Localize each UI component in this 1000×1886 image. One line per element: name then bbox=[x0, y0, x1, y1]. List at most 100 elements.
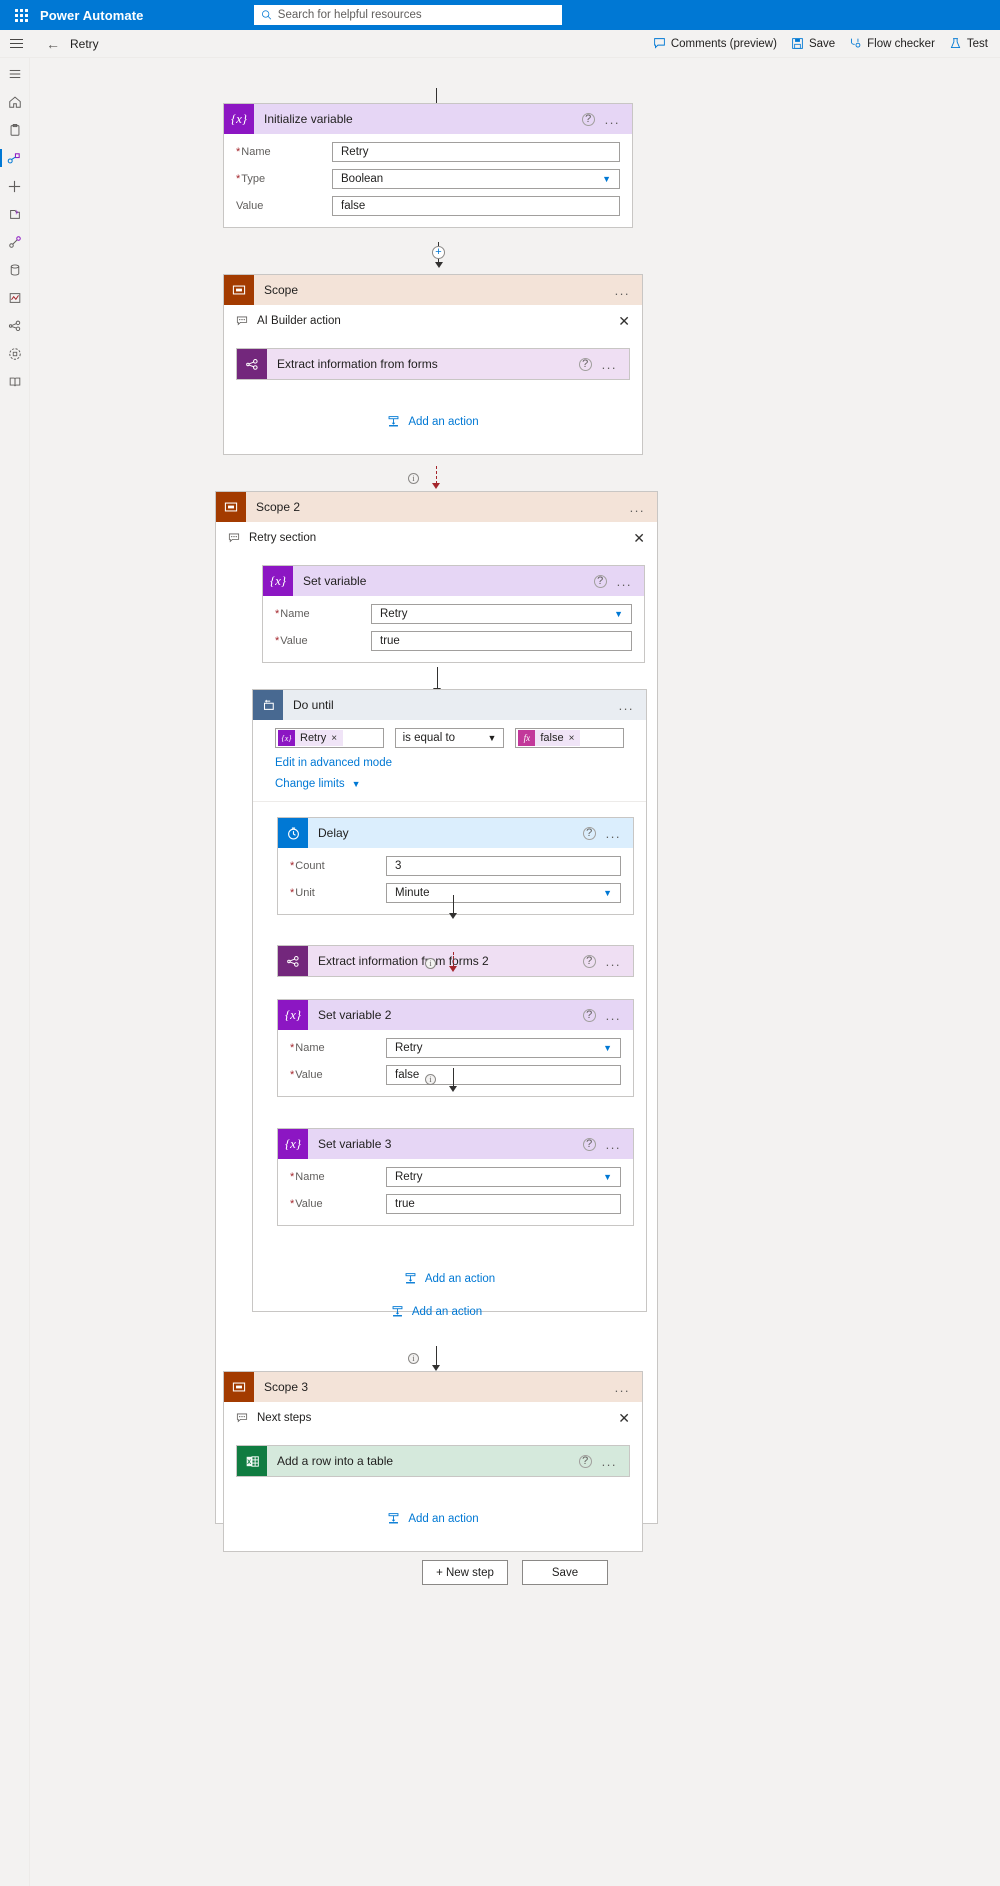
card-header[interactable]: {x} Set variable 2 ? ... bbox=[278, 1000, 633, 1030]
name-select[interactable]: Retry ▼ bbox=[386, 1038, 621, 1058]
close-icon[interactable]: ✕ bbox=[618, 1411, 630, 1425]
close-icon[interactable]: ✕ bbox=[618, 314, 630, 328]
expression-token[interactable]: fx false × bbox=[518, 730, 581, 746]
condition-left-operand[interactable]: {x} Retry × bbox=[275, 728, 384, 748]
rail-item-home[interactable] bbox=[0, 88, 29, 116]
scope-menu-button[interactable]: ... bbox=[615, 1381, 630, 1394]
add-action-button-scope2[interactable]: Add an action bbox=[216, 1305, 657, 1318]
help-button[interactable]: ? bbox=[582, 954, 596, 968]
rail-item-learn[interactable] bbox=[0, 368, 29, 396]
card-menu-button[interactable]: ... bbox=[606, 1009, 621, 1022]
help-button[interactable]: ? bbox=[582, 1137, 596, 1151]
edit-advanced-mode-link[interactable]: Edit in advanced mode bbox=[275, 757, 624, 769]
scope-note: Next steps ✕ bbox=[224, 1402, 642, 1425]
scope-menu-button[interactable]: ... bbox=[615, 284, 630, 297]
add-action-button-scope3[interactable]: Add an action bbox=[224, 1512, 642, 1525]
card-header[interactable]: {x} Initialize variable ? ... bbox=[224, 104, 632, 134]
name-input[interactable]: Retry bbox=[332, 142, 620, 162]
remove-token-icon[interactable]: × bbox=[331, 733, 337, 744]
footer-save-button[interactable]: Save bbox=[522, 1560, 608, 1585]
close-icon[interactable]: ✕ bbox=[633, 531, 645, 545]
change-limits-toggle[interactable]: Change limits ▼ bbox=[275, 778, 624, 790]
card-header[interactable]: {x} Set variable 3 ? ... bbox=[278, 1129, 633, 1159]
comments-button[interactable]: Comments (preview) bbox=[653, 37, 777, 50]
run-after-info-icon[interactable]: i bbox=[425, 1074, 436, 1085]
help-button[interactable]: ? bbox=[578, 357, 592, 371]
run-after-info-icon[interactable]: i bbox=[425, 958, 436, 969]
nav-toggle-button[interactable] bbox=[0, 30, 32, 58]
rail-item-ai-builder[interactable] bbox=[0, 312, 29, 340]
action-card-initialize-variable[interactable]: {x} Initialize variable ? ... *Name Retr… bbox=[223, 103, 633, 228]
rail-item-data[interactable] bbox=[0, 256, 29, 284]
value-input[interactable]: true bbox=[371, 631, 632, 651]
card-menu-button[interactable]: ... bbox=[602, 358, 617, 371]
new-step-button[interactable]: + New step bbox=[422, 1560, 508, 1585]
card-menu-button[interactable]: ... bbox=[605, 113, 620, 126]
scope-header[interactable]: Scope ... bbox=[224, 275, 642, 305]
card-header[interactable]: Do until ... bbox=[253, 690, 646, 720]
card-header[interactable]: X Add a row into a table ? ... bbox=[237, 1446, 629, 1476]
card-menu-button[interactable]: ... bbox=[606, 827, 621, 840]
action-card-set-variable[interactable]: {x} Set variable ? ... *Name Retry ▼ *Va… bbox=[262, 565, 645, 663]
rail-item-process-advisor[interactable] bbox=[0, 340, 29, 368]
value-input[interactable]: false bbox=[386, 1065, 621, 1085]
remove-token-icon[interactable]: × bbox=[569, 733, 575, 744]
add-action-button-scope1[interactable]: Add an action bbox=[224, 415, 642, 428]
card-menu-button[interactable]: ... bbox=[617, 575, 632, 588]
count-input[interactable]: 3 bbox=[386, 856, 621, 876]
condition-operator-select[interactable]: is equal to ▼ bbox=[394, 728, 505, 748]
field-row-name: *Name Retry ▼ bbox=[290, 1037, 621, 1059]
card-menu-button[interactable]: ... bbox=[619, 699, 634, 712]
connector-sv2-to-sv3 bbox=[449, 1068, 457, 1092]
scope-header[interactable]: Scope 3 ... bbox=[224, 1372, 642, 1402]
rail-item-create[interactable] bbox=[0, 172, 29, 200]
help-button[interactable]: ? bbox=[578, 1454, 592, 1468]
rail-item-templates[interactable] bbox=[0, 200, 29, 228]
card-header[interactable]: Extract information from forms ? ... bbox=[237, 349, 629, 379]
action-card-set-variable-3[interactable]: {x} Set variable 3 ? ... *Name Retry ▼ *… bbox=[277, 1128, 634, 1226]
back-button[interactable]: ← bbox=[46, 37, 60, 51]
card-header[interactable]: {x} Set variable ? ... bbox=[263, 566, 644, 596]
search-input[interactable] bbox=[277, 9, 555, 21]
type-select[interactable]: Boolean ▼ bbox=[332, 169, 620, 189]
action-card-do-until[interactable]: Do until ... {x} Retry × is equal to ▼ f… bbox=[252, 689, 647, 1312]
rail-item-my-flows[interactable] bbox=[0, 144, 29, 172]
global-search[interactable] bbox=[253, 5, 562, 25]
scope-card-3[interactable]: Scope 3 ... Next steps ✕ X Add a row int… bbox=[223, 1371, 643, 1552]
unit-select[interactable]: Minute ▼ bbox=[386, 883, 621, 903]
scope-card-1[interactable]: Scope ... AI Builder action ✕ Extract in… bbox=[223, 274, 643, 455]
rail-item-approvals[interactable] bbox=[0, 116, 29, 144]
do-until-icon bbox=[253, 690, 283, 720]
card-menu-button[interactable]: ... bbox=[606, 1138, 621, 1151]
run-after-info-icon[interactable]: i bbox=[408, 473, 419, 484]
card-menu-button[interactable]: ... bbox=[602, 1455, 617, 1468]
add-action-button-do-until[interactable]: Add an action bbox=[253, 1272, 646, 1285]
value-input[interactable]: true bbox=[386, 1194, 621, 1214]
test-button[interactable]: Test bbox=[949, 37, 988, 50]
help-button[interactable]: ? bbox=[593, 574, 607, 588]
help-button[interactable]: ? bbox=[581, 112, 595, 126]
card-menu-button[interactable]: ... bbox=[606, 955, 621, 968]
scope-menu-button[interactable]: ... bbox=[630, 501, 645, 514]
variable-token[interactable]: {x} Retry × bbox=[278, 730, 344, 746]
rail-item-menu[interactable] bbox=[0, 60, 29, 88]
flow-checker-button[interactable]: Flow checker bbox=[849, 37, 935, 50]
app-launcher-button[interactable] bbox=[8, 8, 34, 22]
name-select[interactable]: Retry ▼ bbox=[371, 604, 632, 624]
rail-item-monitor[interactable] bbox=[0, 284, 29, 312]
insert-step-button[interactable]: + bbox=[432, 246, 445, 259]
help-button[interactable]: ? bbox=[582, 826, 596, 840]
value-input[interactable]: false bbox=[332, 196, 620, 216]
condition-right-operand[interactable]: fx false × bbox=[515, 728, 624, 748]
scope-header[interactable]: Scope 2 ... bbox=[216, 492, 657, 522]
action-card-add-row-into-table[interactable]: X Add a row into a table ? ... bbox=[236, 1445, 630, 1477]
name-select[interactable]: Retry ▼ bbox=[386, 1167, 621, 1187]
chevron-down-icon: ▼ bbox=[603, 1043, 612, 1053]
action-card-extract-forms[interactable]: Extract information from forms ? ... bbox=[236, 348, 630, 380]
save-button[interactable]: Save bbox=[791, 37, 835, 50]
help-button[interactable]: ? bbox=[582, 1008, 596, 1022]
card-header[interactable]: Delay ? ... bbox=[278, 818, 633, 848]
rail-item-connectors[interactable] bbox=[0, 228, 29, 256]
suite-bar: Power Automate bbox=[0, 0, 1000, 30]
run-after-info-icon[interactable]: i bbox=[408, 1353, 419, 1364]
